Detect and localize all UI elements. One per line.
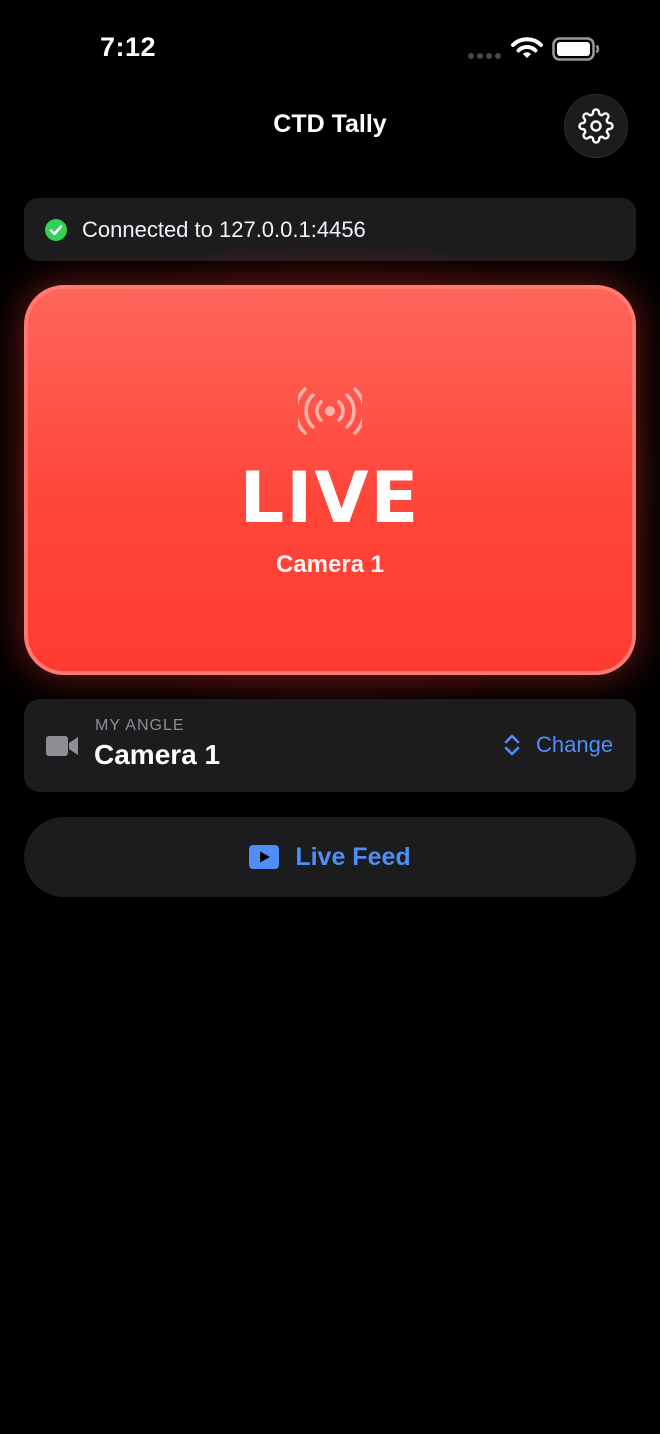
my-angle-caption: MY ANGLE bbox=[95, 717, 185, 734]
my-angle-card: MY ANGLE Camera 1 Change bbox=[24, 699, 636, 792]
my-angle-value: Camera 1 bbox=[94, 739, 221, 770]
tally-status-label: LIVE bbox=[239, 457, 421, 539]
live-feed-button[interactable]: Live Feed bbox=[24, 817, 636, 897]
tally-status-card: LIVE Camera 1 bbox=[24, 285, 636, 675]
cellular-signal-icon bbox=[468, 53, 501, 59]
play-rectangle-icon bbox=[249, 845, 280, 869]
page-title: CTD Tally bbox=[273, 110, 387, 138]
broadcast-icon bbox=[298, 387, 362, 435]
wifi-icon bbox=[511, 37, 543, 58]
live-feed-label: Live Feed bbox=[295, 842, 411, 871]
tally-camera-label: Camera 1 bbox=[275, 551, 385, 578]
status-time: 7:12 bbox=[100, 32, 157, 62]
settings-button[interactable] bbox=[564, 94, 628, 158]
chevron-up-down-icon bbox=[504, 734, 520, 756]
status-bar: 7:12 bbox=[0, 0, 660, 96]
change-angle-label: Change bbox=[536, 732, 614, 757]
video-camera-icon bbox=[46, 736, 78, 756]
battery-icon bbox=[552, 37, 600, 61]
gear-icon bbox=[578, 108, 614, 144]
change-angle-button[interactable]: Change bbox=[502, 732, 613, 758]
